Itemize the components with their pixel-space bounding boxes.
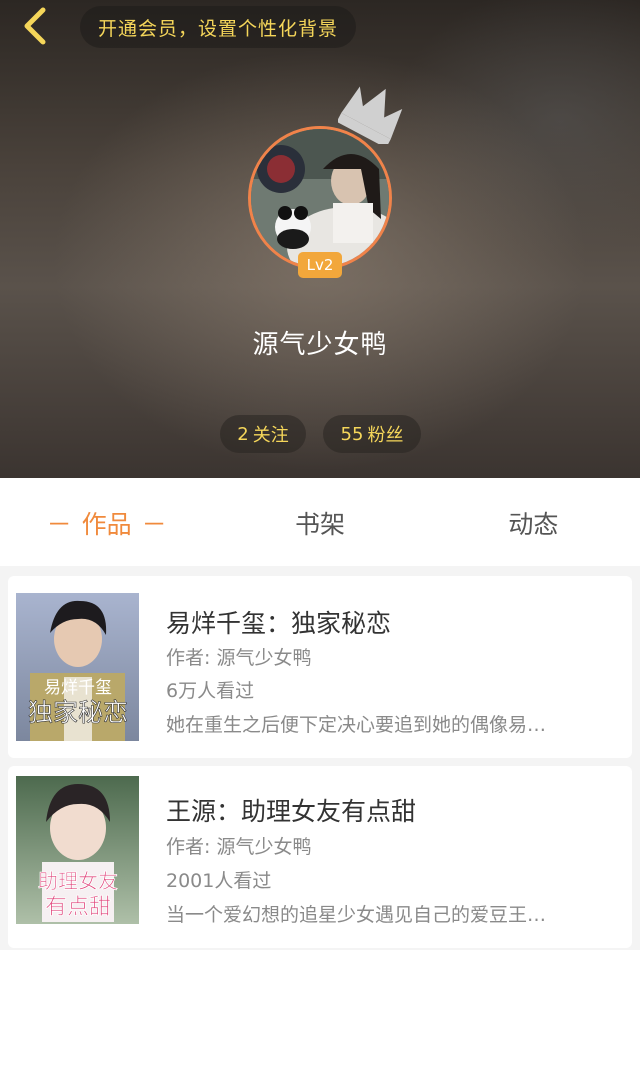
book-description: 当一个爱幻想的追星少女遇见自己的爱豆王… (166, 904, 547, 926)
book-description: 她在重生之后便下定决心要追到她的偶像易… (166, 714, 547, 736)
cover-title-top: 易烊千玺 (44, 678, 112, 698)
fans-count: 55 (340, 423, 364, 445)
tab-active-dash-left: － (46, 510, 72, 539)
book-views: 6万人看过 (166, 680, 255, 702)
cover-title-top: 助理女友 (38, 869, 118, 893)
book-cover: 助理女友 有点甜 (16, 776, 139, 924)
avatar-image (248, 126, 392, 270)
book-views: 2001人看过 (166, 870, 272, 892)
following-button[interactable]: 2 关注 (220, 415, 306, 453)
avatar[interactable] (248, 126, 392, 270)
book-title: 易烊千玺：独家秘恋 (166, 609, 392, 638)
profile-tabs: － 作品 － 书架 动态 (0, 478, 640, 568)
cover-title-main: 独家秘恋 (28, 698, 128, 727)
tab-works-label: 作品 (81, 510, 132, 539)
following-count: 2 (237, 423, 249, 445)
fans-label: 粉丝 (367, 425, 404, 446)
cover-title-main: 有点甜 (45, 895, 111, 920)
chevron-left-icon (24, 7, 46, 45)
tab-activity[interactable]: 动态 (427, 478, 640, 568)
tab-activity-label: 动态 (508, 510, 559, 539)
book-author: 作者: 源气少女鸭 (166, 836, 312, 858)
book-cover: 易烊千玺 独家秘恋 (16, 593, 139, 741)
vip-prompt-text: 开通会员，设置个性化背景 (98, 17, 339, 40)
book-card[interactable]: 助理女友 有点甜 王源：助理女友有点甜 作者: 源气少女鸭 2001人看过 当一… (8, 766, 632, 948)
vip-background-button[interactable]: 开通会员，设置个性化背景 (80, 6, 357, 48)
tab-works[interactable]: － 作品 － (0, 478, 213, 568)
book-author: 作者: 源气少女鸭 (166, 647, 312, 669)
tab-bookshelf-label: 书架 (294, 510, 345, 539)
back-button[interactable] (12, 4, 56, 48)
tab-active-dash-right: － (141, 510, 167, 539)
profile-header: 开通会员，设置个性化背景 Lv2 源气少女鸭 2 关注 55 粉丝 (0, 0, 640, 478)
level-badge: Lv2 (298, 252, 342, 278)
username: 源气少女鸭 (252, 330, 388, 360)
tab-bookshelf[interactable]: 书架 (213, 478, 426, 568)
fans-button[interactable]: 55 粉丝 (323, 415, 421, 453)
following-label: 关注 (252, 425, 289, 446)
book-card[interactable]: 易烊千玺 独家秘恋 易烊千玺：独家秘恋 作者: 源气少女鸭 6万人看过 她在重生… (8, 576, 632, 758)
book-title: 王源：助理女友有点甜 (166, 797, 417, 826)
